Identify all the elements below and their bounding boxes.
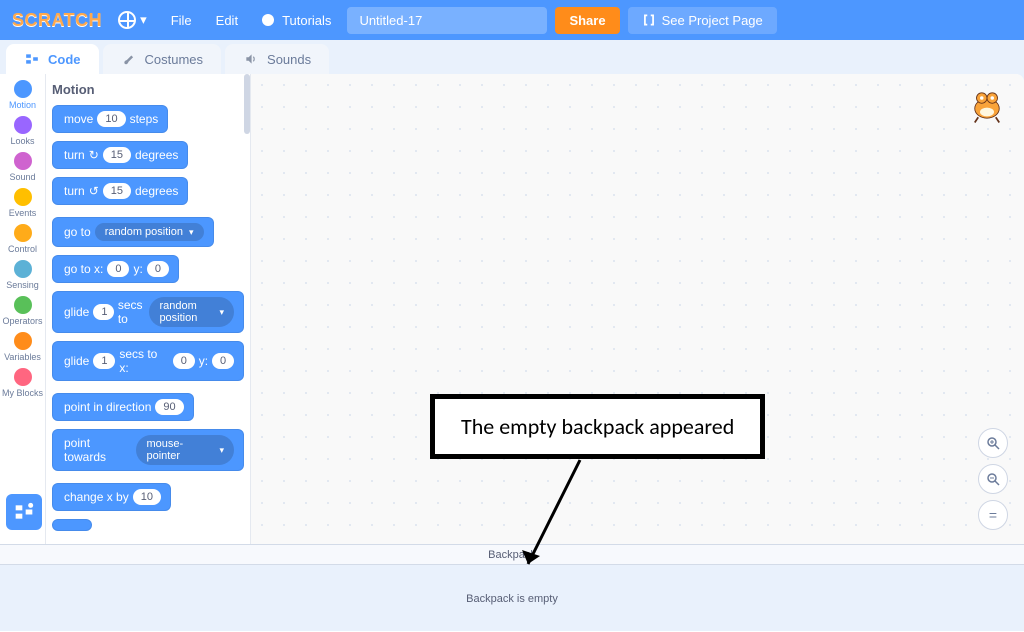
extension-icon [14,502,34,522]
zoom-in-icon [986,436,1000,450]
category-dot-icon [14,116,32,134]
tab-sounds-label: Sounds [267,52,311,67]
tab-code[interactable]: Code [6,44,99,74]
block-glidexy[interactable]: glide1secs to x:0y:0 [52,341,244,381]
category-operators[interactable]: Operators [0,294,45,328]
tab-costumes-label: Costumes [145,52,204,67]
globe-icon [118,11,136,29]
category-dot-icon [14,224,32,242]
annotation-arrow [510,454,600,584]
block-goto[interactable]: go torandom position [52,217,214,247]
category-dot-icon [14,368,32,386]
category-dot-icon [14,152,32,170]
annotation-callout: The empty backpack appeared [430,394,765,459]
zoom-out-icon [986,472,1000,486]
block-change-x[interactable]: change x by10 [52,483,171,511]
tabs: Code Costumes Sounds [0,40,1024,74]
category-sensing[interactable]: Sensing [0,258,45,292]
see-project-button[interactable]: See Project Page [628,7,777,34]
category-sound[interactable]: Sound [0,150,45,184]
block-point-towards[interactable]: point towardsmouse-pointer [52,429,244,471]
code-icon [24,52,40,66]
palette-title: Motion [52,82,244,97]
zoom-in-button[interactable] [978,428,1008,458]
category-label: Variables [4,352,41,362]
sound-icon [243,52,259,66]
category-label: Operators [2,316,42,326]
category-control[interactable]: Control [0,222,45,256]
block-peek[interactable] [52,519,92,531]
category-dot-icon [14,332,32,350]
block-turn-ccw[interactable]: turn↺15degrees [52,177,188,205]
zoom-reset-button[interactable]: = [978,500,1008,530]
category-my-blocks[interactable]: My Blocks [0,366,45,400]
language-menu[interactable]: ▾ [110,7,155,33]
category-label: Looks [10,136,34,146]
category-dot-icon [14,80,32,98]
share-button[interactable]: Share [555,7,619,34]
category-label: Motion [9,100,36,110]
edit-menu[interactable]: Edit [208,9,246,32]
zoom-out-button[interactable] [978,464,1008,494]
script-area[interactable]: = [251,74,1024,544]
turn-ccw-icon: ↺ [89,184,99,198]
brush-icon [121,52,137,66]
category-label: Sensing [6,280,39,290]
block-move-steps[interactable]: move10steps [52,105,168,133]
category-list: Motion Looks Sound Events Control Sensing Oper… [0,74,46,544]
bulb-icon [262,14,274,26]
sprite-thumbnail [966,84,1008,126]
tab-code-label: Code [48,52,81,67]
block-palette: Motion move10steps turn↻15degrees turn↺1… [46,74,251,544]
block-gotoxy[interactable]: go to x:0y:0 [52,255,179,283]
category-variables[interactable]: Variables [0,330,45,364]
category-label: Events [9,208,37,218]
category-label: My Blocks [2,388,43,398]
category-motion[interactable]: Motion [0,78,45,112]
category-dot-icon [14,296,32,314]
zoom-controls: = [978,428,1008,530]
project-title-input[interactable] [347,7,547,34]
category-dot-icon [14,260,32,278]
see-project-label: See Project Page [662,13,763,28]
tab-sounds[interactable]: Sounds [225,44,329,74]
brackets-icon [642,13,656,27]
tutorials-button[interactable]: Tutorials [254,9,339,32]
scratch-logo[interactable]: SCRATCH [12,10,102,31]
block-point-direction[interactable]: point in direction90 [52,393,194,421]
category-label: Sound [9,172,35,182]
tab-costumes[interactable]: Costumes [103,44,222,74]
menu-bar: SCRATCH ▾ File Edit Tutorials Share See … [0,0,1024,40]
category-dot-icon [14,188,32,206]
add-extension-button[interactable] [6,494,42,530]
turn-cw-icon: ↻ [89,148,99,162]
category-events[interactable]: Events [0,186,45,220]
block-turn-cw[interactable]: turn↻15degrees [52,141,188,169]
tutorials-label: Tutorials [282,13,331,28]
block-glide[interactable]: glide1secs torandom position [52,291,244,333]
category-looks[interactable]: Looks [0,114,45,148]
category-label: Control [8,244,37,254]
file-menu[interactable]: File [163,9,200,32]
